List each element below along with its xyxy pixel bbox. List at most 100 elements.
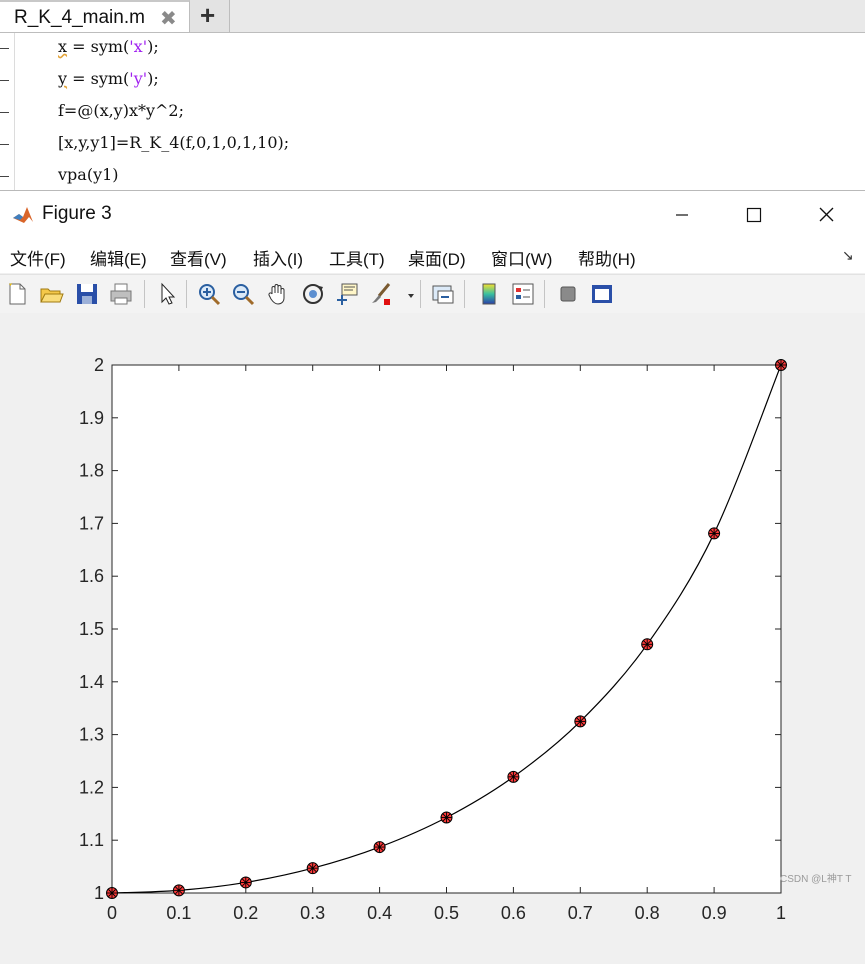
- hide-plot-tools-icon[interactable]: [555, 281, 581, 307]
- data-point-marker: [306, 862, 319, 875]
- figure-window: Figure 3 文件(F) 编辑(E) 查看(V) 插入(I) 工具(T) 桌…: [0, 190, 865, 964]
- y-tick-label: 1: [94, 883, 104, 903]
- line-marker: [0, 80, 9, 81]
- dock-arrow-icon[interactable]: ↘: [842, 247, 854, 264]
- line-marker: [0, 176, 9, 177]
- watermark: CSDN @L神T T: [780, 874, 852, 885]
- plus-icon: +: [200, 0, 216, 30]
- menu-bar: 文件(F) 编辑(E) 查看(V) 插入(I) 工具(T) 桌面(D) 窗口(W…: [0, 239, 865, 273]
- minimize-icon: [676, 214, 688, 216]
- code-token: );: [147, 37, 159, 56]
- code-line[interactable]: f=@(x,y)x*y^2;: [58, 101, 184, 120]
- code-warning-token: x: [58, 37, 68, 56]
- x-tick-label: 0.5: [434, 903, 459, 923]
- code-editor[interactable]: R_K_4_main.m ✖ + x = sym('x'); y = sym('…: [0, 0, 865, 190]
- x-tick-label: 0.2: [233, 903, 258, 923]
- minimize-button[interactable]: [662, 201, 702, 229]
- add-tab-button[interactable]: +: [190, 0, 230, 32]
- menu-view[interactable]: 查看(V): [170, 245, 227, 270]
- menu-window[interactable]: 窗口(W): [491, 245, 552, 270]
- x-tick-label: 0.3: [300, 903, 325, 923]
- x-tick-label: 0.8: [635, 903, 660, 923]
- maximize-icon: [746, 207, 762, 223]
- data-point-marker: [440, 811, 453, 824]
- menu-tools[interactable]: 工具(T): [329, 245, 385, 270]
- code-area[interactable]: x = sym('x'); y = sym('y'); f=@(x,y)x*y^…: [0, 33, 865, 190]
- y-tick-label: 1.3: [79, 725, 104, 745]
- colorbar-icon[interactable]: [476, 281, 502, 307]
- y-tick-label: 1.2: [79, 777, 104, 797]
- plot-area[interactable]: 0 0.1 0.2 0.3 0.4 0.5 0.6 0.7 0.8 0.9 1 1 1.1 1.2 1.3 1…: [0, 313, 865, 964]
- line-marker: [0, 112, 9, 113]
- rotate-3d-icon[interactable]: [300, 281, 326, 307]
- menu-desktop[interactable]: 桌面(D): [408, 245, 466, 270]
- maximize-button[interactable]: [734, 201, 774, 229]
- pan-hand-icon[interactable]: [265, 281, 291, 307]
- close-window-button[interactable]: [806, 201, 846, 229]
- data-point-marker: [373, 841, 386, 854]
- figure-toolbar: [0, 274, 865, 314]
- y-tick-label: 1.5: [79, 619, 104, 639]
- code-token: );: [147, 69, 159, 88]
- data-point-marker: [641, 638, 654, 651]
- x-tick-label: 0.4: [367, 903, 392, 923]
- toolbar-separator: [464, 280, 465, 308]
- data-point-marker: [708, 527, 721, 540]
- data-point-marker: [106, 887, 118, 899]
- y-tick-label: 1.4: [79, 672, 104, 692]
- y-tick-label: 1.9: [79, 408, 104, 428]
- new-figure-icon[interactable]: [4, 281, 30, 307]
- gutter-divider: [14, 33, 15, 190]
- show-plot-tools-icon[interactable]: [589, 281, 615, 307]
- select-arrow-icon[interactable]: [154, 281, 180, 307]
- close-icon[interactable]: ✖: [160, 6, 177, 31]
- open-file-icon[interactable]: [38, 281, 64, 307]
- menu-help[interactable]: 帮助(H): [578, 245, 636, 270]
- line-marker: [0, 48, 9, 49]
- brush-dropdown-arrow[interactable]: [398, 281, 414, 307]
- menu-edit[interactable]: 编辑(E): [90, 245, 147, 270]
- window-title: Figure 3: [42, 203, 112, 224]
- zoom-out-icon[interactable]: [230, 281, 256, 307]
- matlab-logo-icon: [13, 207, 33, 223]
- x-tick-label: 0: [107, 903, 117, 923]
- code-warning-token: y: [58, 69, 68, 88]
- data-point-marker: [507, 770, 520, 783]
- brush-icon[interactable]: [368, 281, 394, 307]
- x-tick-label: 0.1: [166, 903, 191, 923]
- x-tick-label: 1: [776, 903, 786, 923]
- print-icon[interactable]: [108, 281, 134, 307]
- menu-insert[interactable]: 插入(I): [253, 245, 303, 270]
- save-icon[interactable]: [74, 281, 100, 307]
- menu-file[interactable]: 文件(F): [10, 245, 66, 270]
- tab-label: R_K_4_main.m: [14, 7, 145, 28]
- editor-tab-bar: R_K_4_main.m ✖ +: [0, 0, 865, 33]
- code-token: f=@(x,y)x*y^2;: [58, 101, 184, 120]
- data-point-marker: [239, 876, 252, 889]
- code-line[interactable]: [x,y,y1]=R_K_4(f,0,1,0,1,10);: [58, 133, 289, 152]
- code-token: = sym(: [67, 69, 130, 88]
- code-line[interactable]: vpa(y1): [58, 165, 119, 184]
- y-tick-label: 1.1: [79, 830, 104, 850]
- code-token: = sym(: [67, 37, 130, 56]
- close-icon: [819, 207, 834, 222]
- data-point-marker: [172, 884, 185, 897]
- code-string: 'y': [129, 69, 148, 88]
- zoom-in-icon[interactable]: [196, 281, 222, 307]
- legend-icon[interactable]: [510, 281, 536, 307]
- y-tick-label: 1.8: [79, 461, 104, 481]
- data-point-marker: [775, 359, 787, 371]
- toolbar-separator: [186, 280, 187, 308]
- y-tick-label: 1.7: [79, 513, 104, 533]
- code-line[interactable]: x = sym('x');: [58, 37, 159, 56]
- chart[interactable]: 0 0.1 0.2 0.3 0.4 0.5 0.6 0.7 0.8 0.9 1 1 1.1 1.2 1.3 1…: [0, 313, 865, 964]
- toolbar-separator: [420, 280, 421, 308]
- toolbar-separator: [544, 280, 545, 308]
- tab-r-k-4-main[interactable]: R_K_4_main.m ✖: [0, 0, 190, 32]
- code-line[interactable]: y = sym('y');: [58, 69, 159, 88]
- title-bar[interactable]: Figure 3: [0, 191, 865, 239]
- y-tick-label: 2: [94, 355, 104, 375]
- y-tick-label: 1.6: [79, 566, 104, 586]
- data-cursor-icon[interactable]: [334, 281, 360, 307]
- link-plot-icon[interactable]: [430, 281, 456, 307]
